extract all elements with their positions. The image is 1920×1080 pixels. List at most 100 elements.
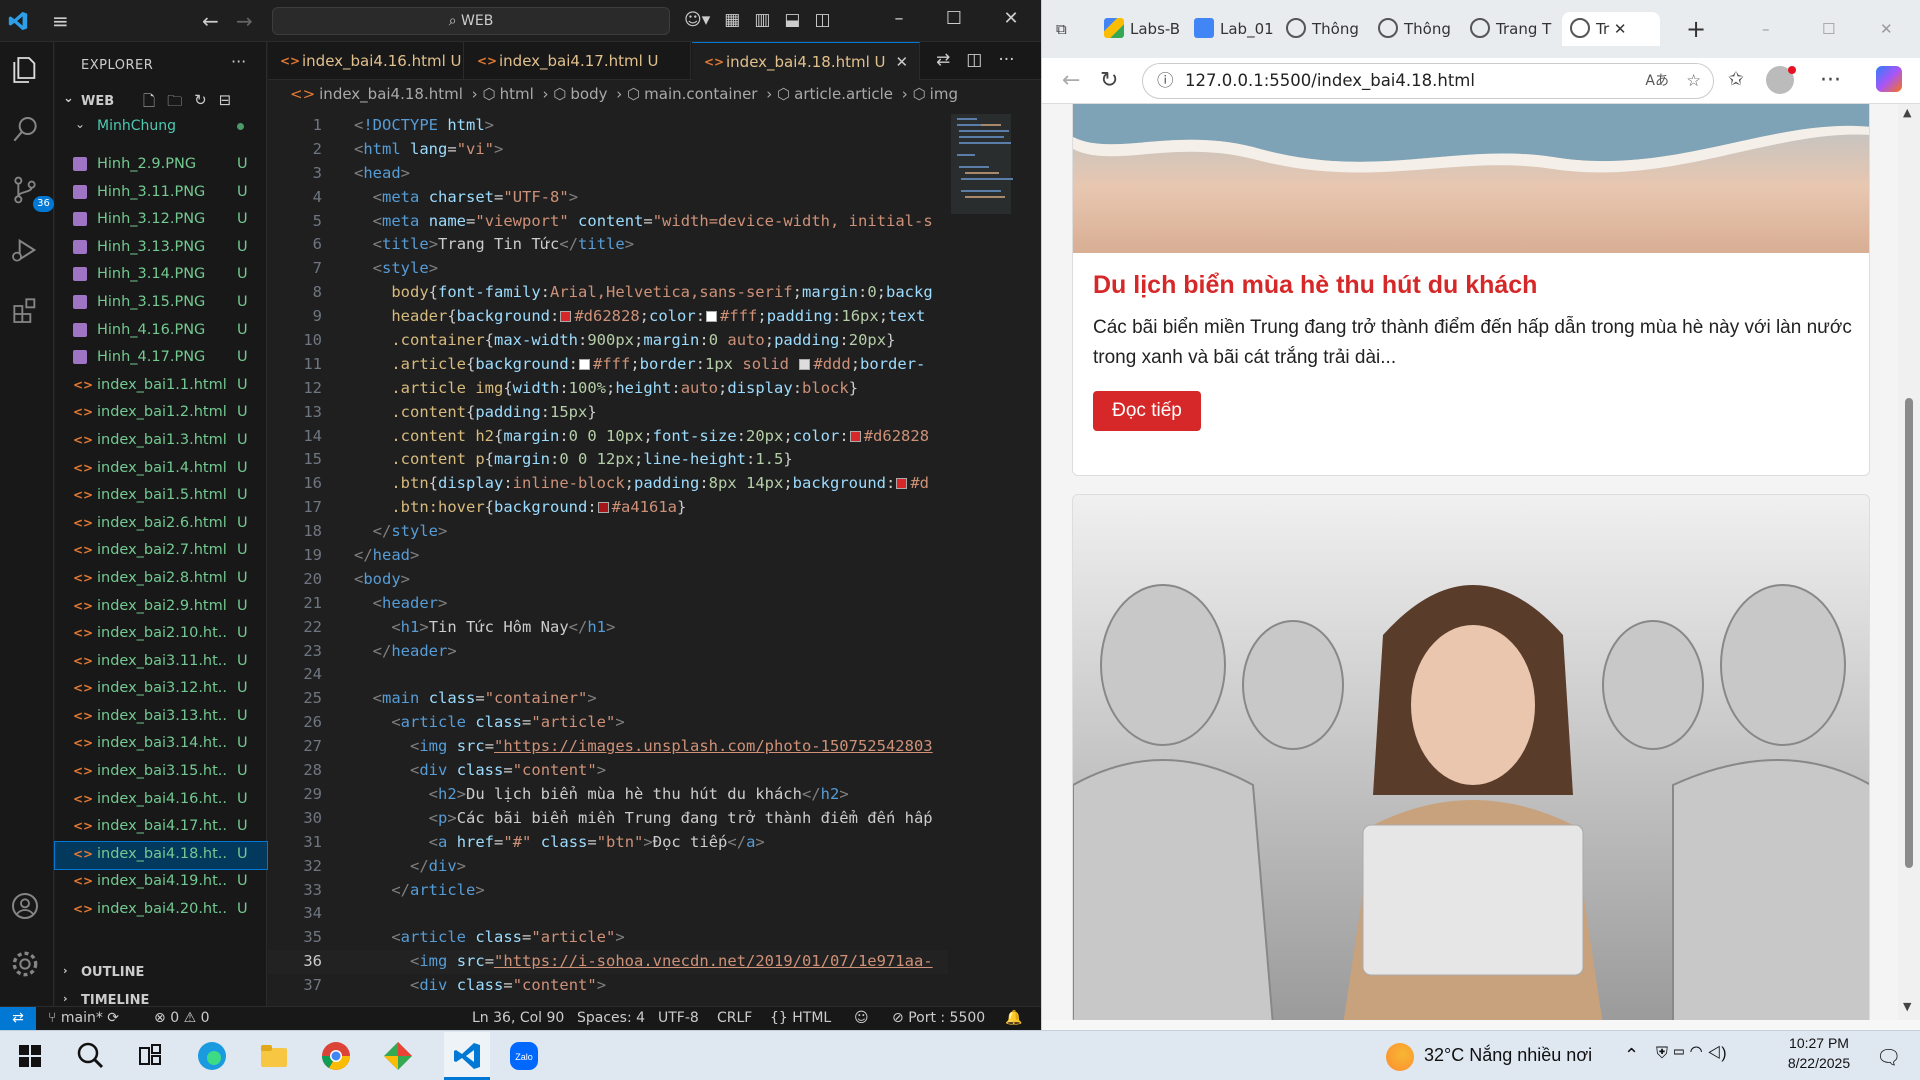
close-icon[interactable]: ✕	[1880, 12, 1910, 46]
toggle-secondary-sidebar-icon[interactable]: ◫	[814, 10, 830, 32]
browser-tab[interactable]: Thông	[1286, 12, 1374, 46]
file-item[interactable]: Hinh_2.9.PNG U	[55, 152, 267, 180]
site-info-icon[interactable]: ⓘ	[1157, 64, 1174, 98]
tab-index-bai4-16[interactable]: <> index_bai4.16.html U	[268, 42, 464, 80]
browser-tab[interactable]: Trang T	[1470, 12, 1560, 46]
file-item[interactable]: <> index_bai2.7.html U	[55, 538, 267, 566]
minimap[interactable]	[951, 114, 1041, 234]
source-control-icon[interactable]: 36	[9, 174, 54, 212]
weather-icon[interactable]	[1386, 1043, 1414, 1071]
file-item[interactable]: Hinh_3.14.PNG U	[55, 262, 267, 290]
scrollbar-thumb[interactable]	[1905, 398, 1913, 868]
live-server-port[interactable]: ⊘ Port : 5500	[892, 1010, 985, 1026]
new-file-icon[interactable]: 🗋	[143, 91, 155, 116]
file-item[interactable]: <> index_bai3.14.ht... U	[55, 731, 267, 759]
file-item[interactable]: Hinh_4.17.PNG U	[55, 345, 267, 373]
clock[interactable]: 10:27 PM 8/22/2025	[1784, 1035, 1854, 1071]
tab-index-bai4-17[interactable]: <> index_bai4.17.html U	[465, 42, 691, 80]
file-item[interactable]: <> index_bai4.19.ht... U	[55, 869, 267, 897]
compare-changes-icon[interactable]: ⇄	[936, 50, 950, 70]
encoding[interactable]: UTF-8	[658, 1010, 699, 1026]
customize-layout-icon[interactable]: ▦	[724, 10, 740, 32]
app-shortcut-icon[interactable]	[382, 1040, 414, 1072]
read-more-button[interactable]: Đọc tiếp	[1093, 391, 1201, 431]
vscode-icon[interactable]	[451, 1040, 483, 1072]
run-debug-icon[interactable]	[9, 234, 45, 270]
new-folder-icon[interactable]: 🗀	[167, 91, 182, 116]
collapse-all-icon[interactable]: ⊟	[219, 91, 232, 116]
file-item[interactable]: <> index_bai2.10.ht... U	[55, 621, 267, 649]
file-item[interactable]: <> index_bai1.4.html U	[55, 456, 267, 484]
maximize-icon[interactable]: ☐	[939, 8, 969, 29]
copilot-status-icon[interactable]: ☺	[854, 1010, 869, 1026]
maximize-icon[interactable]: ☐	[1822, 12, 1852, 46]
browser-tab[interactable]: Labs-B	[1104, 12, 1190, 46]
system-tray-icons[interactable]: ⛨ ▭ ◠ ◁)	[1656, 1045, 1727, 1063]
browser-tab[interactable]: Lab_01	[1194, 12, 1282, 46]
file-item[interactable]: <> index_bai3.11.ht... U	[55, 649, 267, 677]
toggle-panel-icon[interactable]: ⬓	[784, 10, 800, 32]
file-item[interactable]: Hinh_3.15.PNG U	[55, 290, 267, 318]
file-item[interactable]: <> index_bai2.9.html U	[55, 594, 267, 622]
chevron-up-icon[interactable]: ⌃	[1624, 1045, 1639, 1066]
file-item[interactable]: <> index_bai2.8.html U	[55, 566, 267, 594]
notifications-icon[interactable]: 🗨	[1876, 1045, 1901, 1070]
file-item[interactable]: <> index_bai3.12.ht... U	[55, 676, 267, 704]
task-view-icon[interactable]	[134, 1040, 166, 1072]
tab-index-bai4-18[interactable]: <> index_bai4.18.html U ✕	[692, 42, 920, 80]
workspace-header[interactable]: ⌄ WEB 🗋 🗀 ↻ ⊟	[55, 91, 267, 113]
edge-icon[interactable]	[196, 1040, 228, 1072]
zalo-icon[interactable]: Zalo	[508, 1040, 540, 1072]
file-item[interactable]: <> index_bai4.20.ht... U	[55, 897, 267, 925]
indentation[interactable]: Spaces: 4	[577, 1010, 645, 1026]
problems-indicator[interactable]: ⊗ 0 ⚠ 0	[154, 1010, 210, 1026]
more-actions-icon[interactable]: ···	[231, 52, 246, 71]
file-item[interactable]: <> index_bai2.6.html U	[55, 511, 267, 539]
command-center-search[interactable]: ⌕ WEB	[272, 7, 670, 35]
back-arrow-icon[interactable]: ←	[202, 9, 219, 33]
browser-tab[interactable]: Thông	[1378, 12, 1466, 46]
windows-start-icon[interactable]	[14, 1040, 46, 1072]
minimize-icon[interactable]: –	[884, 8, 914, 29]
page-scrollbar[interactable]: ▲ ▼	[1898, 104, 1920, 1020]
browser-tab-active[interactable]: Tr ✕	[1562, 12, 1660, 46]
minimize-icon[interactable]: –	[1762, 12, 1792, 46]
file-explorer-icon[interactable]	[258, 1040, 290, 1072]
refresh-icon[interactable]: ↻	[1100, 68, 1118, 93]
chrome-icon[interactable]	[320, 1040, 352, 1072]
code-editor[interactable]: 1 <!DOCTYPE html> 2 <html lang="vi"> 3 <hea…	[268, 114, 948, 1000]
scroll-up-icon[interactable]: ▲	[1903, 106, 1911, 119]
close-tab-icon[interactable]: ✕	[1614, 20, 1627, 38]
new-tab-icon[interactable]: +	[1686, 12, 1716, 46]
search-icon[interactable]	[74, 1040, 106, 1072]
file-item[interactable]: Hinh_3.11.PNG U	[55, 180, 267, 208]
language-mode[interactable]: {} HTML	[770, 1010, 831, 1026]
search-icon[interactable]	[9, 114, 45, 150]
tab-actions-icon[interactable]: ⧉	[1056, 12, 1086, 46]
folder-minhchung[interactable]: ⌄ MinhChung	[55, 115, 267, 137]
file-item-selected[interactable]: <> index_bai4.18.ht... U	[54, 840, 268, 871]
refresh-icon[interactable]: ↻	[194, 91, 207, 116]
file-item[interactable]: <> index_bai1.2.html U	[55, 400, 267, 428]
file-item[interactable]: <> index_bai1.3.html U	[55, 428, 267, 456]
back-arrow-icon[interactable]: ←	[1062, 68, 1080, 93]
file-item[interactable]: <> index_bai1.1.html U	[55, 373, 267, 401]
menu-icon[interactable]: ≡	[52, 11, 74, 31]
close-icon[interactable]: ✕	[996, 8, 1026, 29]
split-editor-icon[interactable]: ◫	[966, 50, 982, 70]
explorer-icon[interactable]	[9, 54, 45, 90]
settings-gear-icon[interactable]	[9, 948, 45, 984]
file-item[interactable]: <> index_bai4.16.ht... U	[55, 787, 267, 815]
copilot-icon[interactable]: ☺▾	[684, 10, 710, 32]
cursor-position[interactable]: Ln 36, Col 90	[472, 1010, 564, 1026]
file-item[interactable]: Hinh_3.12.PNG U	[55, 207, 267, 235]
outline-section[interactable]: › OUTLINE	[55, 962, 267, 984]
notifications-bell-icon[interactable]: 🔔	[1005, 1010, 1022, 1026]
end-of-line[interactable]: CRLF	[717, 1010, 752, 1026]
read-aloud-icon[interactable]: Aあ	[1645, 64, 1669, 98]
toggle-sidebar-icon[interactable]: ▥	[754, 10, 770, 32]
more-actions-icon[interactable]: ···	[1820, 68, 1841, 93]
file-item[interactable]: Hinh_4.16.PNG U	[55, 318, 267, 346]
favorite-star-icon[interactable]: ☆	[1686, 64, 1701, 98]
extensions-icon[interactable]	[9, 294, 45, 330]
